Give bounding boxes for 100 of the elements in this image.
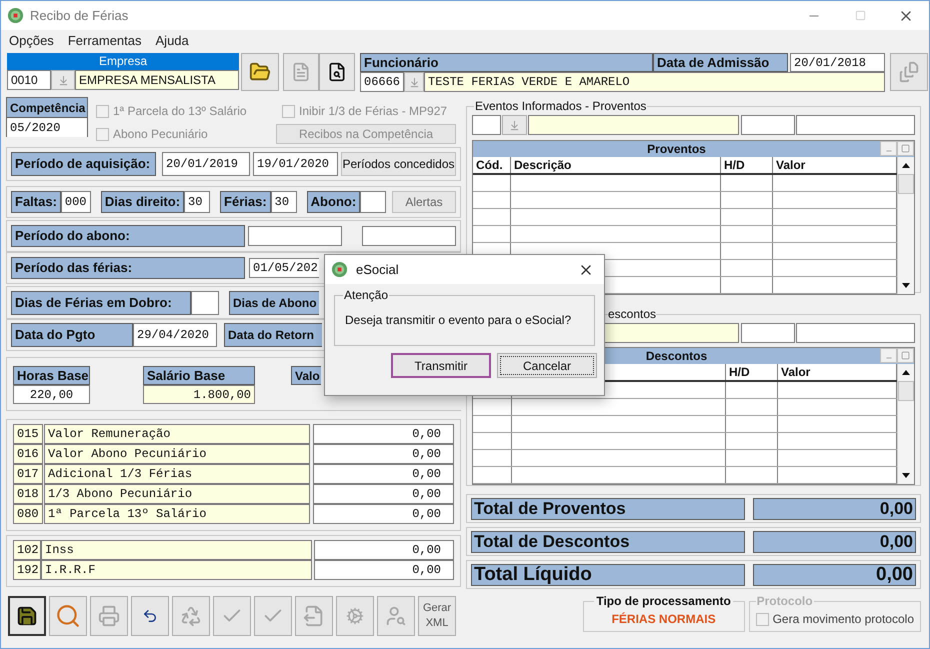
toolbar-button[interactable]	[8, 596, 46, 636]
field-label: Período das férias:	[11, 257, 245, 279]
code-cell[interactable]: 080	[13, 504, 43, 524]
download-arrow-icon	[509, 120, 520, 130]
person-search-icon	[385, 605, 407, 627]
input-field[interactable]	[528, 115, 739, 135]
field-label: Dias de Férias em Dobro:	[11, 290, 191, 314]
toolbar-button[interactable]	[319, 53, 355, 91]
description-cell[interactable]: 1ª Parcela 13º Salário	[44, 504, 310, 524]
dropdown-button[interactable]	[502, 115, 527, 135]
document-stack-icon	[898, 61, 920, 83]
field-label: Competência	[7, 98, 87, 118]
dialog-button[interactable]: Transmitir	[391, 353, 491, 378]
field-label: Dias de Abono	[229, 290, 319, 314]
input-field[interactable]	[796, 323, 915, 343]
maximize-icon[interactable]	[854, 10, 866, 21]
input-field[interactable]: 0010	[7, 70, 51, 90]
periods-button[interactable]: Períodos concedidos	[341, 152, 456, 176]
input-field[interactable]: 20/01/2019	[162, 152, 250, 176]
menu-item[interactable]: Ferramentas	[68, 30, 142, 50]
scroll-thumb[interactable]	[898, 174, 914, 194]
description-cell[interactable]: 1/3 Abono Pecuniário	[44, 484, 310, 504]
code-cell[interactable]: 018	[13, 484, 43, 504]
input-field[interactable]: 20/01/2018	[790, 53, 885, 72]
column-header[interactable]: H/D	[726, 364, 778, 380]
input-field[interactable]	[362, 226, 456, 246]
total-value: 0,00	[753, 564, 916, 586]
app-logo-icon	[7, 7, 24, 24]
field-label: Funcionário	[360, 53, 653, 72]
recycle-icon	[180, 605, 202, 627]
menu-item[interactable]: Opções	[9, 30, 54, 50]
input-field[interactable]	[796, 115, 915, 135]
input-field[interactable]: 1.800,00	[143, 385, 255, 404]
input-field[interactable]: EMPRESA MENSALISTA	[75, 70, 239, 90]
description-cell[interactable]: Adicional 1/3 Férias	[44, 464, 310, 484]
column-header[interactable]: H/D	[721, 157, 773, 173]
description-cell[interactable]: I.R.R.F	[41, 560, 312, 580]
input-field[interactable]: 19/01/2020	[253, 152, 338, 176]
dialog-message: Deseja transmitir o evento para o eSocial?	[345, 312, 572, 329]
open-folder-icon	[249, 61, 271, 83]
input-field[interactable]: 29/04/2020	[133, 323, 217, 347]
value-cell[interactable]: 0,00	[313, 444, 454, 464]
code-cell[interactable]: 015	[13, 424, 43, 444]
value-cell[interactable]: 0,00	[313, 424, 454, 444]
total-value: 0,00	[753, 498, 916, 520]
value-cell[interactable]: 0,00	[314, 560, 454, 580]
column-header[interactable]: Cód.	[473, 157, 511, 173]
input-field[interactable]: 06666	[360, 72, 404, 92]
window-title: Recibo de Férias	[30, 6, 128, 25]
code-cell[interactable]: 017	[13, 464, 43, 484]
printer-icon	[98, 605, 120, 627]
value-cell[interactable]: 0,00	[314, 540, 454, 560]
value-cell[interactable]: 0,00	[313, 464, 454, 484]
input-field[interactable]: 220,00	[13, 385, 90, 404]
input-field[interactable]	[248, 226, 342, 246]
dropdown-button[interactable]	[51, 70, 75, 90]
code-cell[interactable]: 102	[13, 540, 41, 560]
generate-xml-button[interactable]: Gerar XML	[418, 596, 456, 636]
alertas-button[interactable]: Alertas	[392, 191, 456, 213]
dropdown-button[interactable]	[404, 72, 424, 92]
download-arrow-icon	[58, 74, 68, 86]
checkbox-label: Gera movimento protocolo	[772, 611, 914, 628]
column-header[interactable]: Descrição	[511, 157, 721, 173]
input-field[interactable]: 000	[60, 191, 91, 213]
field-label: Data do Pgto	[11, 323, 133, 347]
description-cell[interactable]: Valor Abono Pecuniário	[44, 444, 310, 464]
input-field[interactable]: 05/2020	[7, 118, 87, 137]
code-cell[interactable]: 192	[13, 560, 41, 580]
document-icon	[291, 62, 311, 82]
document-export-icon	[303, 605, 325, 627]
description-cell[interactable]: Valor Remuneração	[44, 424, 310, 444]
dialog-button[interactable]: Cancelar	[497, 353, 597, 378]
input-field[interactable]: 30	[184, 191, 210, 213]
input-field[interactable]	[191, 290, 219, 314]
input-field[interactable]	[472, 115, 501, 135]
field-label: Horas Base	[13, 366, 90, 385]
value-cell[interactable]: 0,00	[313, 504, 454, 524]
input-field[interactable]: 30	[270, 191, 297, 213]
scroll-thumb[interactable]	[898, 381, 914, 401]
tool-button[interactable]	[890, 53, 928, 91]
input-field[interactable]: TESTE FERIAS VERDE E AMARELO	[424, 72, 885, 92]
field-label: Data do Retorn	[224, 323, 322, 347]
grid-title: Descontos	[644, 348, 708, 364]
value-cell[interactable]: 0,00	[313, 484, 454, 504]
field-label: Faltas:	[11, 191, 61, 213]
scrollbar[interactable]	[897, 364, 914, 484]
download-arrow-icon	[408, 76, 420, 88]
input-field[interactable]: 01/05/202	[249, 258, 319, 278]
scrollbar[interactable]	[897, 157, 914, 294]
dialog-title: eSocial	[356, 260, 399, 279]
group-label: Protocolo	[756, 593, 814, 610]
input-field[interactable]	[741, 115, 795, 135]
total-label: Total Líquido	[471, 564, 745, 586]
input-field[interactable]	[360, 191, 386, 213]
code-cell[interactable]: 016	[13, 444, 43, 464]
field-label: Salário Base	[143, 366, 255, 385]
menu-item[interactable]: Ajuda	[156, 30, 189, 50]
maximize-icon	[901, 144, 910, 153]
input-field[interactable]	[741, 323, 795, 343]
description-cell[interactable]: Inss	[41, 540, 312, 560]
